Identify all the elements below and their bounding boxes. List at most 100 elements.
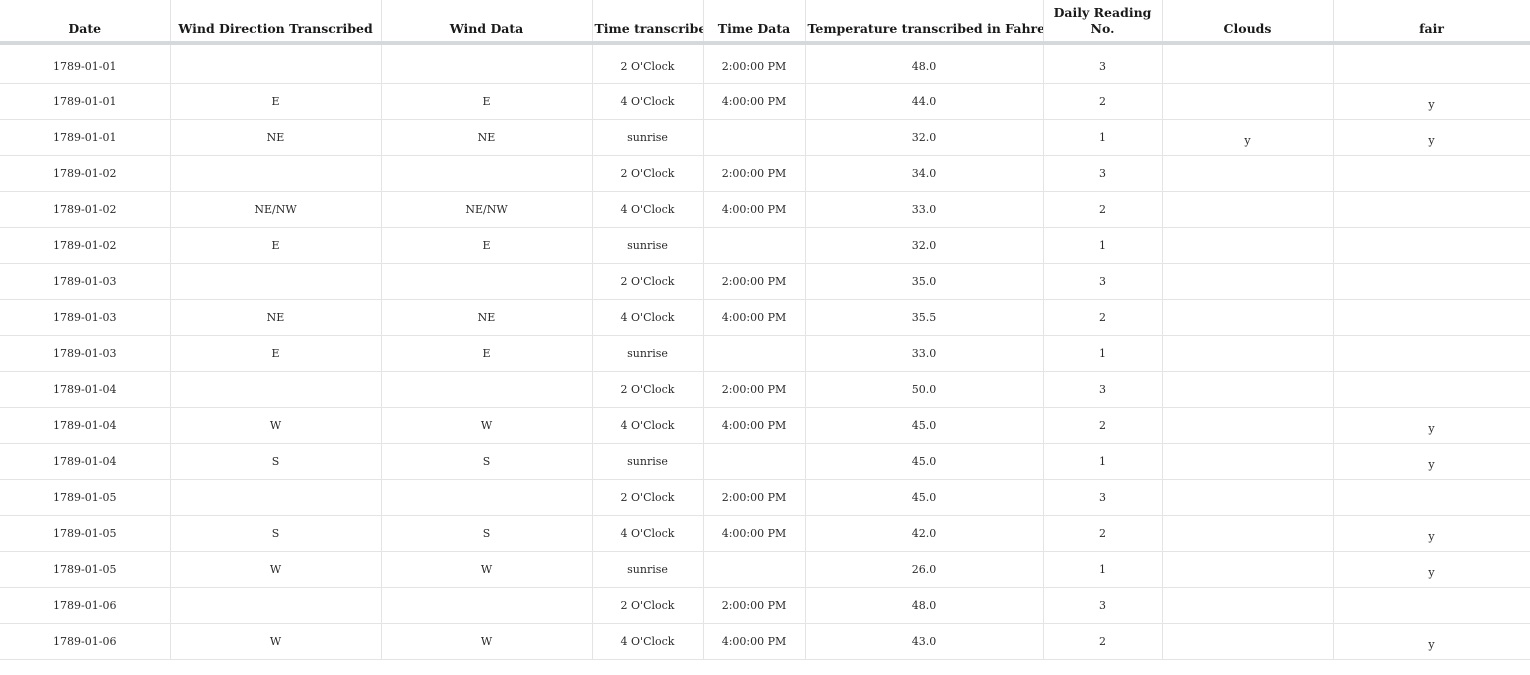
cell-date[interactable]: 1789-01-02 <box>0 227 171 264</box>
cell-daily-reading-no[interactable]: 1 <box>1043 443 1163 480</box>
cell-time-data[interactable]: 2:00:00 PM <box>703 155 806 192</box>
cell-daily-reading-no[interactable]: 2 <box>1043 191 1163 228</box>
cell-wind-data[interactable] <box>381 155 593 192</box>
cell-fair[interactable] <box>1333 299 1530 336</box>
cell-wind-data[interactable]: NE <box>381 299 593 336</box>
cell-date[interactable]: 1789-01-03 <box>0 299 171 336</box>
cell-wind-data[interactable]: W <box>381 551 593 588</box>
cell-clouds[interactable] <box>1162 407 1334 444</box>
cell-clouds[interactable] <box>1162 479 1334 516</box>
cell-wind-data[interactable]: W <box>381 623 593 660</box>
cell-date[interactable]: 1789-01-02 <box>0 155 171 192</box>
cell-time-transcribed[interactable]: sunrise <box>592 443 704 480</box>
cell-wind-data[interactable]: E <box>381 335 593 372</box>
cell-fair[interactable]: y <box>1333 83 1530 120</box>
cell-temperature[interactable]: 43.0 <box>805 623 1044 660</box>
cell-daily-reading-no[interactable]: 3 <box>1043 155 1163 192</box>
cell-fair[interactable] <box>1333 155 1530 192</box>
column-header-daily-reading-no[interactable]: Daily Reading No. <box>1043 0 1163 45</box>
column-header-wind-direction-transcribed[interactable]: Wind Direction Transcribed <box>170 0 382 45</box>
cell-wind-data[interactable] <box>381 263 593 300</box>
cell-time-data[interactable] <box>703 227 806 264</box>
cell-fair[interactable]: y <box>1333 407 1530 444</box>
cell-time-transcribed[interactable]: 4 O'Clock <box>592 515 704 552</box>
cell-daily-reading-no[interactable]: 1 <box>1043 119 1163 156</box>
cell-date[interactable]: 1789-01-05 <box>0 515 171 552</box>
cell-wind-data[interactable] <box>381 371 593 408</box>
cell-time-transcribed[interactable]: 2 O'Clock <box>592 371 704 408</box>
cell-time-transcribed[interactable]: 2 O'Clock <box>592 587 704 624</box>
cell-daily-reading-no[interactable]: 1 <box>1043 227 1163 264</box>
cell-temperature[interactable]: 33.0 <box>805 191 1044 228</box>
cell-temperature[interactable]: 34.0 <box>805 155 1044 192</box>
cell-clouds[interactable] <box>1162 371 1334 408</box>
cell-wind-data[interactable]: S <box>381 515 593 552</box>
cell-fair[interactable] <box>1333 335 1530 372</box>
cell-wind-data[interactable]: W <box>381 407 593 444</box>
cell-fair[interactable]: y <box>1333 551 1530 588</box>
cell-clouds[interactable] <box>1162 551 1334 588</box>
cell-wind-direction-transcribed[interactable]: W <box>170 551 382 588</box>
cell-time-transcribed[interactable]: 2 O'Clock <box>592 155 704 192</box>
cell-fair[interactable]: y <box>1333 443 1530 480</box>
cell-time-transcribed[interactable]: sunrise <box>592 119 704 156</box>
cell-wind-direction-transcribed[interactable]: S <box>170 515 382 552</box>
cell-clouds[interactable] <box>1162 263 1334 300</box>
cell-date[interactable]: 1789-01-04 <box>0 407 171 444</box>
cell-temperature[interactable]: 26.0 <box>805 551 1044 588</box>
cell-temperature[interactable]: 33.0 <box>805 335 1044 372</box>
cell-time-transcribed[interactable]: 4 O'Clock <box>592 407 704 444</box>
cell-time-data[interactable]: 4:00:00 PM <box>703 191 806 228</box>
cell-clouds[interactable] <box>1162 83 1334 120</box>
column-header-clouds[interactable]: Clouds <box>1162 0 1334 45</box>
cell-fair[interactable] <box>1333 587 1530 624</box>
cell-date[interactable]: 1789-01-06 <box>0 587 171 624</box>
cell-time-data[interactable]: 2:00:00 PM <box>703 587 806 624</box>
cell-date[interactable]: 1789-01-02 <box>0 191 171 228</box>
cell-wind-direction-transcribed[interactable]: W <box>170 407 382 444</box>
cell-daily-reading-no[interactable]: 3 <box>1043 263 1163 300</box>
cell-wind-direction-transcribed[interactable] <box>170 155 382 192</box>
cell-time-data[interactable] <box>703 443 806 480</box>
cell-wind-direction-transcribed[interactable] <box>170 371 382 408</box>
cell-daily-reading-no[interactable]: 1 <box>1043 335 1163 372</box>
cell-wind-direction-transcribed[interactable]: E <box>170 83 382 120</box>
cell-time-data[interactable]: 4:00:00 PM <box>703 83 806 120</box>
cell-daily-reading-no[interactable]: 2 <box>1043 515 1163 552</box>
cell-time-transcribed[interactable]: 4 O'Clock <box>592 83 704 120</box>
cell-time-data[interactable]: 2:00:00 PM <box>703 43 806 84</box>
cell-fair[interactable] <box>1333 479 1530 516</box>
cell-time-data[interactable] <box>703 551 806 588</box>
cell-wind-direction-transcribed[interactable]: S <box>170 443 382 480</box>
cell-daily-reading-no[interactable]: 2 <box>1043 407 1163 444</box>
cell-wind-direction-transcribed[interactable]: E <box>170 335 382 372</box>
cell-clouds[interactable] <box>1162 623 1334 660</box>
cell-clouds[interactable]: y <box>1162 119 1334 156</box>
cell-wind-direction-transcribed[interactable]: NE <box>170 299 382 336</box>
cell-temperature[interactable]: 32.0 <box>805 227 1044 264</box>
cell-daily-reading-no[interactable]: 3 <box>1043 371 1163 408</box>
cell-temperature[interactable]: 44.0 <box>805 83 1044 120</box>
cell-temperature[interactable]: 48.0 <box>805 43 1044 84</box>
cell-time-data[interactable]: 2:00:00 PM <box>703 479 806 516</box>
column-header-wind-data[interactable]: Wind Data <box>381 0 593 45</box>
cell-temperature[interactable]: 45.0 <box>805 479 1044 516</box>
cell-date[interactable]: 1789-01-01 <box>0 83 171 120</box>
cell-time-data[interactable] <box>703 119 806 156</box>
cell-date[interactable]: 1789-01-01 <box>0 119 171 156</box>
cell-time-data[interactable]: 4:00:00 PM <box>703 515 806 552</box>
cell-clouds[interactable] <box>1162 515 1334 552</box>
cell-clouds[interactable] <box>1162 299 1334 336</box>
cell-wind-direction-transcribed[interactable]: W <box>170 623 382 660</box>
cell-time-data[interactable]: 4:00:00 PM <box>703 623 806 660</box>
column-header-date[interactable]: Date <box>0 0 171 45</box>
cell-temperature[interactable]: 48.0 <box>805 587 1044 624</box>
cell-date[interactable]: 1789-01-04 <box>0 371 171 408</box>
cell-fair[interactable]: y <box>1333 119 1530 156</box>
cell-date[interactable]: 1789-01-05 <box>0 551 171 588</box>
cell-date[interactable]: 1789-01-03 <box>0 335 171 372</box>
column-header-temperature[interactable]: Temperature transcribed in Fahrenheit <box>805 0 1044 45</box>
cell-date[interactable]: 1789-01-03 <box>0 263 171 300</box>
cell-clouds[interactable] <box>1162 191 1334 228</box>
cell-time-transcribed[interactable]: 4 O'Clock <box>592 191 704 228</box>
